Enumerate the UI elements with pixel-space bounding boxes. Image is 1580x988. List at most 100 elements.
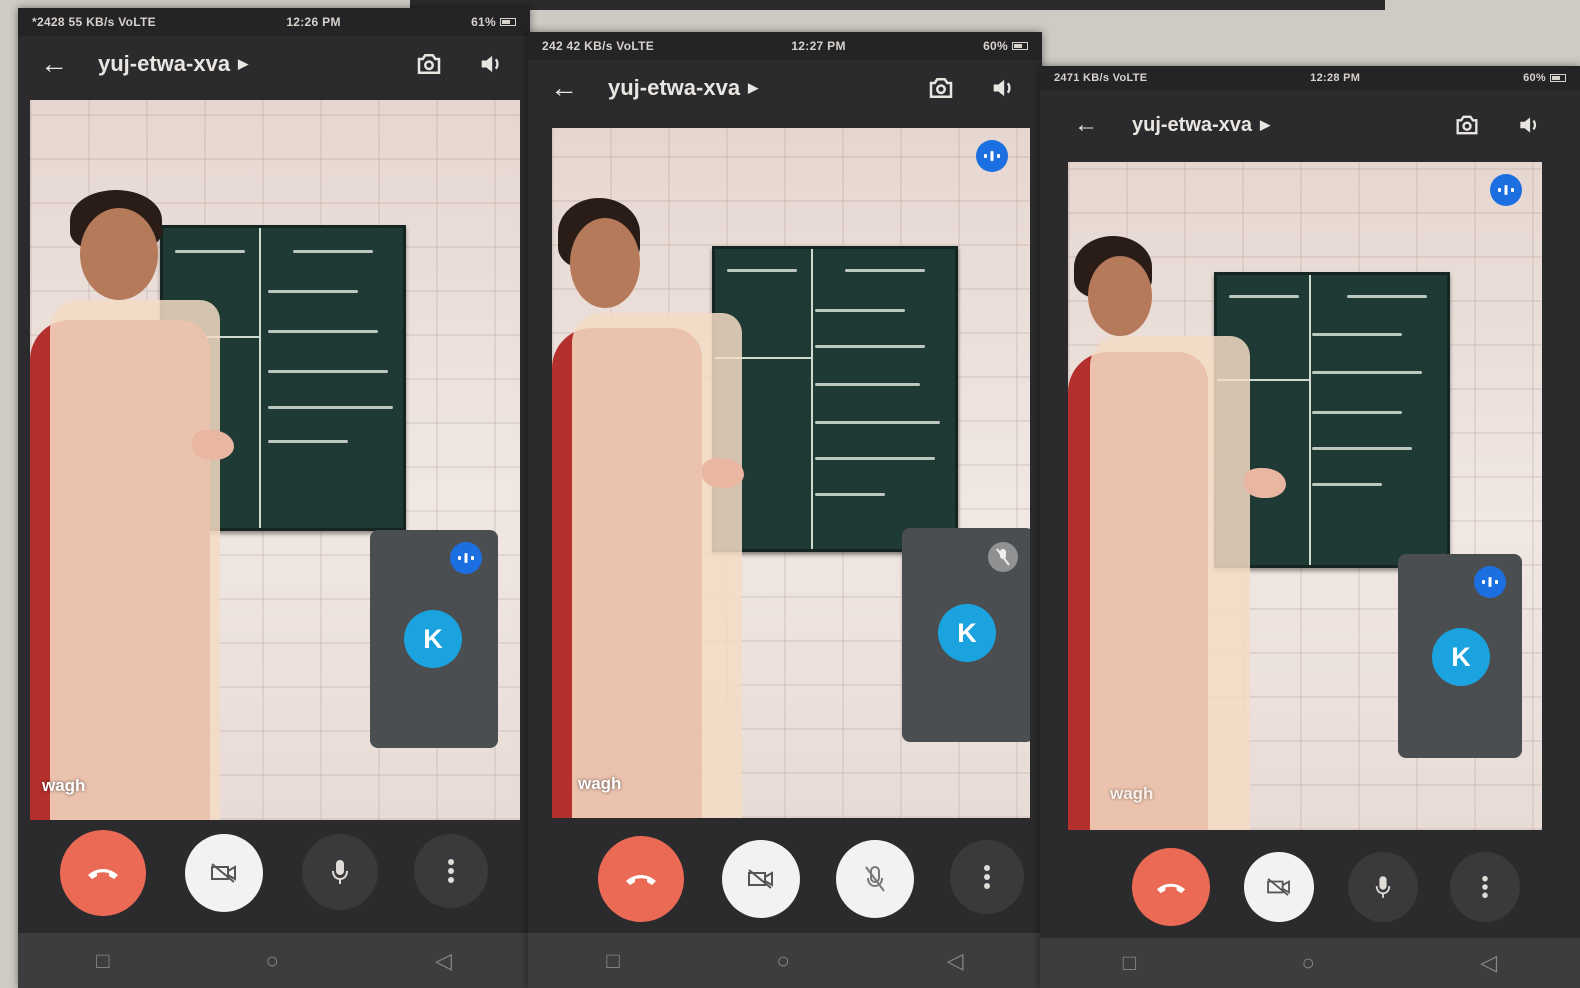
home-icon[interactable]: ○ xyxy=(777,948,790,974)
video-off-icon xyxy=(748,869,773,889)
phone-hangup-icon xyxy=(626,875,656,885)
clock: 12:28 PM xyxy=(1310,72,1361,84)
audio-level-icon xyxy=(450,542,482,574)
avatar-initial: K xyxy=(1451,641,1471,672)
back-arrow-icon[interactable]: ← xyxy=(1074,111,1118,139)
recents-icon[interactable]: □ xyxy=(1123,950,1136,976)
more-options-button[interactable] xyxy=(950,840,1024,914)
phone-hangup-icon xyxy=(1156,883,1186,893)
more-vert-icon xyxy=(984,865,990,889)
avatar: K xyxy=(404,610,462,668)
end-call-button[interactable] xyxy=(60,830,146,916)
home-icon[interactable]: ○ xyxy=(1302,950,1315,976)
meeting-title[interactable]: yuj-etwa-xva ▶ xyxy=(1132,114,1270,137)
call-controls xyxy=(528,836,1042,926)
teacher-hand xyxy=(1244,468,1286,498)
meeting-title[interactable]: yuj-etwa-xva ▶ xyxy=(98,51,248,77)
nav-back-icon[interactable]: ◁ xyxy=(1480,950,1497,976)
nav-back-icon[interactable]: ◁ xyxy=(947,948,964,974)
participant-name-label: wagh xyxy=(42,776,86,795)
network-status: 242 42 KB/s VoLTE xyxy=(542,39,655,53)
microphone-icon xyxy=(332,860,348,884)
avatar: K xyxy=(1432,628,1490,686)
more-options-button[interactable] xyxy=(414,834,488,908)
phone-screenshot-2: 242 42 KB/s VoLTE 12:27 PM 60% ← yuj-etw… xyxy=(528,32,1042,988)
call-header: ← yuj-etwa-xva ▶ xyxy=(1040,90,1580,160)
audio-level-icon xyxy=(976,140,1008,172)
end-call-button[interactable] xyxy=(598,836,684,922)
android-nav-bar: □ ○ ◁ xyxy=(528,933,1042,988)
mic-toggle-button[interactable] xyxy=(1348,852,1418,922)
end-call-button[interactable] xyxy=(1132,848,1210,926)
teacher-figure xyxy=(1068,232,1278,830)
self-view-tile[interactable]: K xyxy=(1398,554,1522,758)
more-vert-icon xyxy=(448,859,454,883)
video-off-icon xyxy=(1267,878,1290,896)
call-header: ← yuj-etwa-xva ▶ xyxy=(528,60,1042,116)
microphone-off-icon xyxy=(865,866,885,892)
audio-level-icon xyxy=(1474,566,1506,598)
clock: 12:27 PM xyxy=(791,39,846,53)
self-view-tile[interactable]: K xyxy=(902,528,1030,742)
main-video-feed: K wagh xyxy=(1068,162,1542,830)
phone-screenshot-3: 2471 KB/s VoLTE 12:28 PM 60% ← yuj-etwa-… xyxy=(1040,66,1580,988)
main-video-feed: K wagh xyxy=(30,100,520,820)
nav-back-icon[interactable]: ◁ xyxy=(435,948,452,974)
teacher-figure xyxy=(30,180,260,820)
mic-toggle-button[interactable] xyxy=(302,834,378,910)
switch-camera-icon[interactable] xyxy=(924,71,958,105)
self-view-tile[interactable]: K xyxy=(370,530,498,748)
status-bar: 2471 KB/s VoLTE 12:28 PM 60% xyxy=(1040,66,1580,90)
call-controls xyxy=(1040,846,1580,936)
battery-status: 60% xyxy=(1523,72,1566,84)
battery-icon xyxy=(1549,74,1566,82)
android-nav-bar: □ ○ ◁ xyxy=(18,933,530,988)
meeting-title[interactable]: yuj-etwa-xva ▶ xyxy=(608,75,758,101)
battery-label: 61% xyxy=(471,15,496,29)
phone-hangup-icon xyxy=(88,869,118,879)
avatar-initial: K xyxy=(423,623,443,654)
network-status: *2428 55 KB/s VoLTE xyxy=(32,15,156,29)
camera-toggle-button[interactable] xyxy=(722,840,800,918)
caret-right-icon: ▶ xyxy=(238,56,249,71)
video-off-icon xyxy=(211,863,236,883)
battery-label: 60% xyxy=(983,39,1008,53)
speaker-icon[interactable] xyxy=(474,47,508,81)
network-status: 2471 KB/s VoLTE xyxy=(1054,72,1148,84)
more-options-button[interactable] xyxy=(1450,852,1520,922)
teacher-hand xyxy=(192,430,234,460)
switch-camera-icon[interactable] xyxy=(412,47,446,81)
meeting-code: yuj-etwa-xva xyxy=(1132,113,1253,136)
recents-icon[interactable]: □ xyxy=(606,948,619,974)
camera-toggle-button[interactable] xyxy=(1244,852,1314,922)
camera-toggle-button[interactable] xyxy=(185,834,263,912)
switch-camera-icon[interactable] xyxy=(1450,108,1484,142)
back-arrow-icon[interactable]: ← xyxy=(40,48,84,80)
battery-label: 60% xyxy=(1523,72,1546,84)
participant-name-label: wagh xyxy=(1110,784,1154,803)
mic-toggle-button[interactable] xyxy=(836,840,914,918)
home-icon[interactable]: ○ xyxy=(266,948,279,974)
caret-right-icon: ▶ xyxy=(748,80,759,95)
participant-name-label: wagh xyxy=(578,774,622,793)
meeting-code: yuj-etwa-xva xyxy=(98,51,231,76)
phone-screenshot-1: *2428 55 KB/s VoLTE 12:26 PM 61% ← yuj-e… xyxy=(18,8,530,988)
call-header: ← yuj-etwa-xva ▶ xyxy=(18,36,530,92)
back-arrow-icon[interactable]: ← xyxy=(550,72,594,104)
avatar-initial: K xyxy=(957,617,977,648)
call-controls xyxy=(18,830,530,920)
microphone-icon xyxy=(1375,876,1391,898)
status-bar: 242 42 KB/s VoLTE 12:27 PM 60% xyxy=(528,32,1042,60)
microphone-off-icon xyxy=(988,542,1018,572)
battery-icon xyxy=(1011,42,1028,50)
more-vert-icon xyxy=(1482,875,1488,899)
teacher-hand xyxy=(702,458,744,488)
battery-icon xyxy=(500,18,516,26)
meeting-code: yuj-etwa-xva xyxy=(608,75,741,100)
status-bar: *2428 55 KB/s VoLTE 12:26 PM 61% xyxy=(18,8,530,36)
speaker-icon[interactable] xyxy=(1512,108,1546,142)
speaker-icon[interactable] xyxy=(986,71,1020,105)
main-video-feed: K wagh xyxy=(552,128,1030,818)
recents-icon[interactable]: □ xyxy=(96,948,109,974)
top-strip xyxy=(410,0,1385,10)
